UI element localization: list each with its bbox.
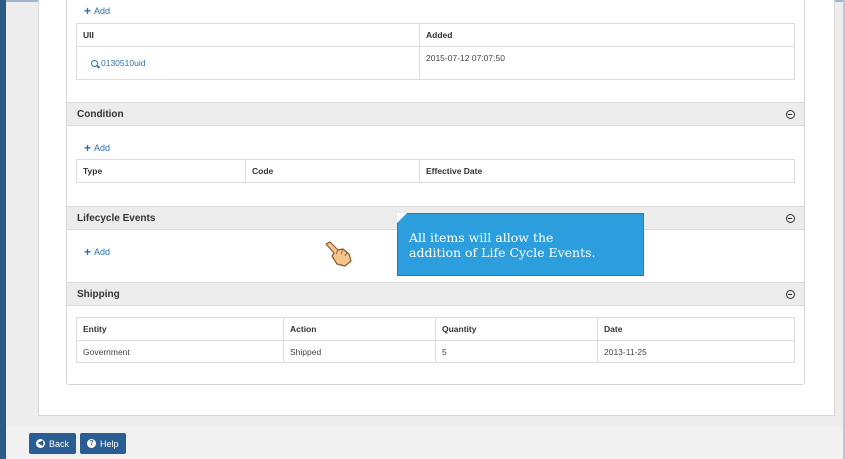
help-button[interactable]: ? Help xyxy=(80,433,126,454)
magnifier-icon xyxy=(91,59,98,67)
collapse-icon[interactable] xyxy=(786,214,795,223)
collapse-icon[interactable] xyxy=(786,110,795,119)
code-column-header: Code xyxy=(245,159,420,183)
plus-icon: + xyxy=(84,244,92,259)
action-cell: Shipped xyxy=(283,340,436,363)
shipping-title: Shipping xyxy=(77,288,120,300)
shipping-table: Entity Action Quantity Date Government S… xyxy=(76,317,795,363)
collapse-icon[interactable] xyxy=(786,290,795,299)
uii-table-header: UII Added xyxy=(76,23,795,47)
lifecycle-title: Lifecycle Events xyxy=(77,212,156,224)
table-row: 0130510uid 2015-07-12 07:07:50 xyxy=(76,46,795,80)
callout-corner-notch xyxy=(397,213,407,223)
lifecycle-add-label: Add xyxy=(94,247,111,257)
uii-add-label: Add xyxy=(94,6,111,16)
condition-add-label: Add xyxy=(94,143,111,153)
help-circle-icon: ? xyxy=(87,439,96,448)
back-label: Back xyxy=(49,438,70,449)
action-column-header: Action xyxy=(283,317,436,341)
plus-icon: + xyxy=(84,3,92,18)
uii-column-header: UII xyxy=(76,23,420,47)
entity-cell: Government xyxy=(76,340,284,363)
uii-add-link[interactable]: + Add xyxy=(84,3,111,18)
added-column-header: Added xyxy=(419,23,795,47)
tutorial-callout: All items will allow the addition of Lif… xyxy=(397,213,644,276)
condition-title: Condition xyxy=(77,108,124,120)
shipping-table-header: Entity Action Quantity Date xyxy=(76,317,795,341)
quantity-column-header: Quantity xyxy=(435,317,598,341)
plus-icon: + xyxy=(84,140,92,155)
date-cell: 2013-11-25 xyxy=(597,340,795,363)
uii-value: 0130510uid xyxy=(101,58,146,68)
table-row: Government Shipped 5 2013-11-25 xyxy=(76,340,795,363)
entity-column-header: Entity xyxy=(76,317,284,341)
footer-bar xyxy=(6,427,843,459)
uii-table: UII Added 0130510uid 2015-07-12 07:07:50 xyxy=(76,23,795,80)
left-edge-bar xyxy=(0,0,6,459)
effective-date-column-header: Effective Date xyxy=(419,159,795,183)
hand-pointer-icon xyxy=(325,241,352,267)
condition-table: Type Code Effective Date xyxy=(76,159,795,183)
uii-cell: 0130510uid xyxy=(76,46,420,80)
condition-section-header[interactable]: Condition xyxy=(67,102,804,126)
callout-line-2: addition of Life Cycle Events. xyxy=(409,245,596,260)
callout-line-1: All items will allow the xyxy=(409,230,554,245)
help-label: Help xyxy=(100,438,119,449)
condition-table-header: Type Code Effective Date xyxy=(76,159,795,183)
shipping-section-header[interactable]: Shipping xyxy=(67,282,804,306)
lifecycle-add-link[interactable]: + Add xyxy=(84,244,111,259)
added-cell: 2015-07-12 07:07:50 xyxy=(419,46,795,80)
type-column-header: Type xyxy=(76,159,246,183)
back-button[interactable]: ◀ Back xyxy=(29,433,77,454)
quantity-cell: 5 xyxy=(435,340,598,363)
date-column-header: Date xyxy=(597,317,795,341)
uii-link[interactable]: 0130510uid xyxy=(91,58,413,68)
back-circle-icon: ◀ xyxy=(36,439,45,448)
condition-add-link[interactable]: + Add xyxy=(84,140,111,155)
